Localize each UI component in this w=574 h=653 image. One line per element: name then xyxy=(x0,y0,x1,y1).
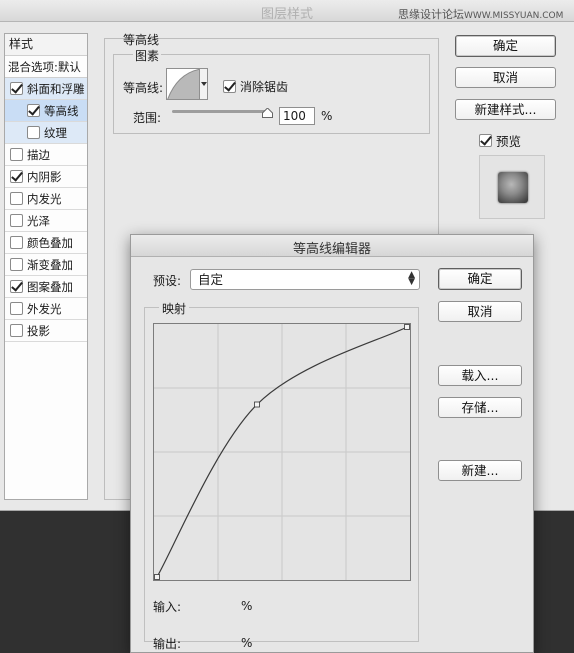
contour-curve-graph[interactable] xyxy=(153,323,411,581)
preset-label: 预设: xyxy=(153,274,182,288)
pattern-overlay-checkbox[interactable] xyxy=(10,280,23,293)
contour-editor-title: 等高线编辑器 xyxy=(292,242,371,257)
style-list-header[interactable]: 样式 xyxy=(5,34,87,56)
style-item-label: 等高线 xyxy=(44,103,79,118)
style-item-gradient-overlay[interactable]: 渐变叠加 xyxy=(5,254,87,276)
style-item-satin[interactable]: 光泽 xyxy=(5,210,87,232)
style-item-label: 纹理 xyxy=(44,125,67,140)
inner-glow-checkbox[interactable] xyxy=(10,192,23,205)
style-preview-thumbnail xyxy=(479,155,545,219)
input-label: 输入: xyxy=(153,600,182,614)
style-item-label: 投影 xyxy=(27,323,50,338)
contour-section-title: 等高线 xyxy=(123,33,160,47)
style-item-label: 内阴影 xyxy=(27,169,62,184)
editor-cancel-button[interactable]: 取消 xyxy=(438,301,522,322)
load-button[interactable]: 载入... xyxy=(438,365,522,386)
inner-shadow-checkbox[interactable] xyxy=(10,170,23,183)
watermark: 思缘设计论坛WWW.MISSYUAN.COM xyxy=(398,6,563,22)
watermark-main: 思缘设计论坛 xyxy=(398,8,464,21)
drop-shadow-checkbox[interactable] xyxy=(10,324,23,337)
ok-button[interactable]: 确定 xyxy=(455,35,556,57)
mapping-title: 映射 xyxy=(159,300,190,317)
contour-picker[interactable] xyxy=(166,68,200,100)
preview-label: 预览 xyxy=(496,134,522,149)
style-item-label: 外发光 xyxy=(27,301,62,316)
style-item-drop-shadow[interactable]: 投影 xyxy=(5,320,87,342)
elements-group-title: 图素 xyxy=(133,47,162,64)
style-item-color-overlay[interactable]: 颜色叠加 xyxy=(5,232,87,254)
curve-point-1[interactable] xyxy=(254,401,260,408)
dialog-title-bar: 图层样式 思缘设计论坛WWW.MISSYUAN.COM xyxy=(0,0,574,22)
anti-alias-checkbox[interactable] xyxy=(223,80,236,93)
output-label: 输出: xyxy=(153,637,182,651)
contour-dropdown-arrow[interactable] xyxy=(200,68,208,100)
preview-swatch xyxy=(498,172,528,203)
style-item-stroke[interactable]: 描边 xyxy=(5,144,87,166)
curve-point-0[interactable] xyxy=(154,574,160,580)
contour-preview-icon xyxy=(167,69,199,99)
style-item-label: 颜色叠加 xyxy=(27,235,73,250)
select-arrows-icon: ▲ ▼ xyxy=(408,270,415,287)
style-list: 样式 混合选项:默认 斜面和浮雕 等高线 纹理 描边 内阴影 内发光 光泽 颜色… xyxy=(4,33,88,500)
anti-alias-label: 消除锯齿 xyxy=(240,80,289,94)
style-item-pattern-overlay[interactable]: 图案叠加 xyxy=(5,276,87,298)
output-unit: % xyxy=(241,636,253,650)
curve-canvas[interactable] xyxy=(154,324,410,580)
new-style-button[interactable]: 新建样式... xyxy=(455,99,556,120)
style-item-label: 描边 xyxy=(27,147,50,162)
range-label: 范围: xyxy=(133,111,162,125)
preview-option[interactable]: 预览 xyxy=(479,131,521,150)
style-item-label: 渐变叠加 xyxy=(27,257,73,272)
save-button[interactable]: 存储... xyxy=(438,397,522,418)
style-item-bevel-emboss[interactable]: 斜面和浮雕 xyxy=(5,78,87,100)
style-item-label: 斜面和浮雕 xyxy=(27,81,85,96)
cancel-button[interactable]: 取消 xyxy=(455,67,556,88)
style-item-texture[interactable]: 纹理 xyxy=(5,122,87,144)
style-item-inner-shadow[interactable]: 内阴影 xyxy=(5,166,87,188)
style-item-outer-glow[interactable]: 外发光 xyxy=(5,298,87,320)
editor-ok-button[interactable]: 确定 xyxy=(438,268,522,290)
preset-value: 自定 xyxy=(198,272,224,287)
watermark-url: WWW.MISSYUAN.COM xyxy=(464,11,564,21)
contour-checkbox[interactable] xyxy=(27,104,40,117)
curve-grid xyxy=(154,324,410,580)
preset-select[interactable]: 自定 ▲ ▼ xyxy=(190,269,420,290)
style-item-contour[interactable]: 等高线 xyxy=(5,100,87,122)
curve-point-2[interactable] xyxy=(404,324,410,330)
blend-options-item[interactable]: 混合选项:默认 xyxy=(5,56,87,78)
color-overlay-checkbox[interactable] xyxy=(10,236,23,249)
outer-glow-checkbox[interactable] xyxy=(10,302,23,315)
style-item-label: 内发光 xyxy=(27,191,62,206)
contour-editor-title-bar[interactable]: 等高线编辑器 xyxy=(131,235,533,257)
range-slider-track[interactable] xyxy=(172,110,270,113)
new-button[interactable]: 新建... xyxy=(438,460,522,481)
contour-editor-dialog: 等高线编辑器 预设: 自定 ▲ ▼ 确定 取消 载入... 存储... 新建...… xyxy=(130,234,534,653)
style-item-label: 图案叠加 xyxy=(27,279,73,294)
satin-checkbox[interactable] xyxy=(10,214,23,227)
gradient-overlay-checkbox[interactable] xyxy=(10,258,23,271)
texture-checkbox[interactable] xyxy=(27,126,40,139)
style-item-inner-glow[interactable]: 内发光 xyxy=(5,188,87,210)
input-unit: % xyxy=(241,599,253,613)
stroke-checkbox[interactable] xyxy=(10,148,23,161)
anti-alias-option[interactable]: 消除锯齿 xyxy=(223,78,288,95)
range-slider-thumb[interactable] xyxy=(262,108,273,118)
contour-label: 等高线: xyxy=(123,81,164,95)
bevel-emboss-checkbox[interactable] xyxy=(10,82,23,95)
range-input[interactable]: 100 xyxy=(279,107,315,125)
style-item-label: 光泽 xyxy=(27,213,50,228)
preview-checkbox[interactable] xyxy=(479,134,492,147)
range-unit: % xyxy=(321,109,333,123)
